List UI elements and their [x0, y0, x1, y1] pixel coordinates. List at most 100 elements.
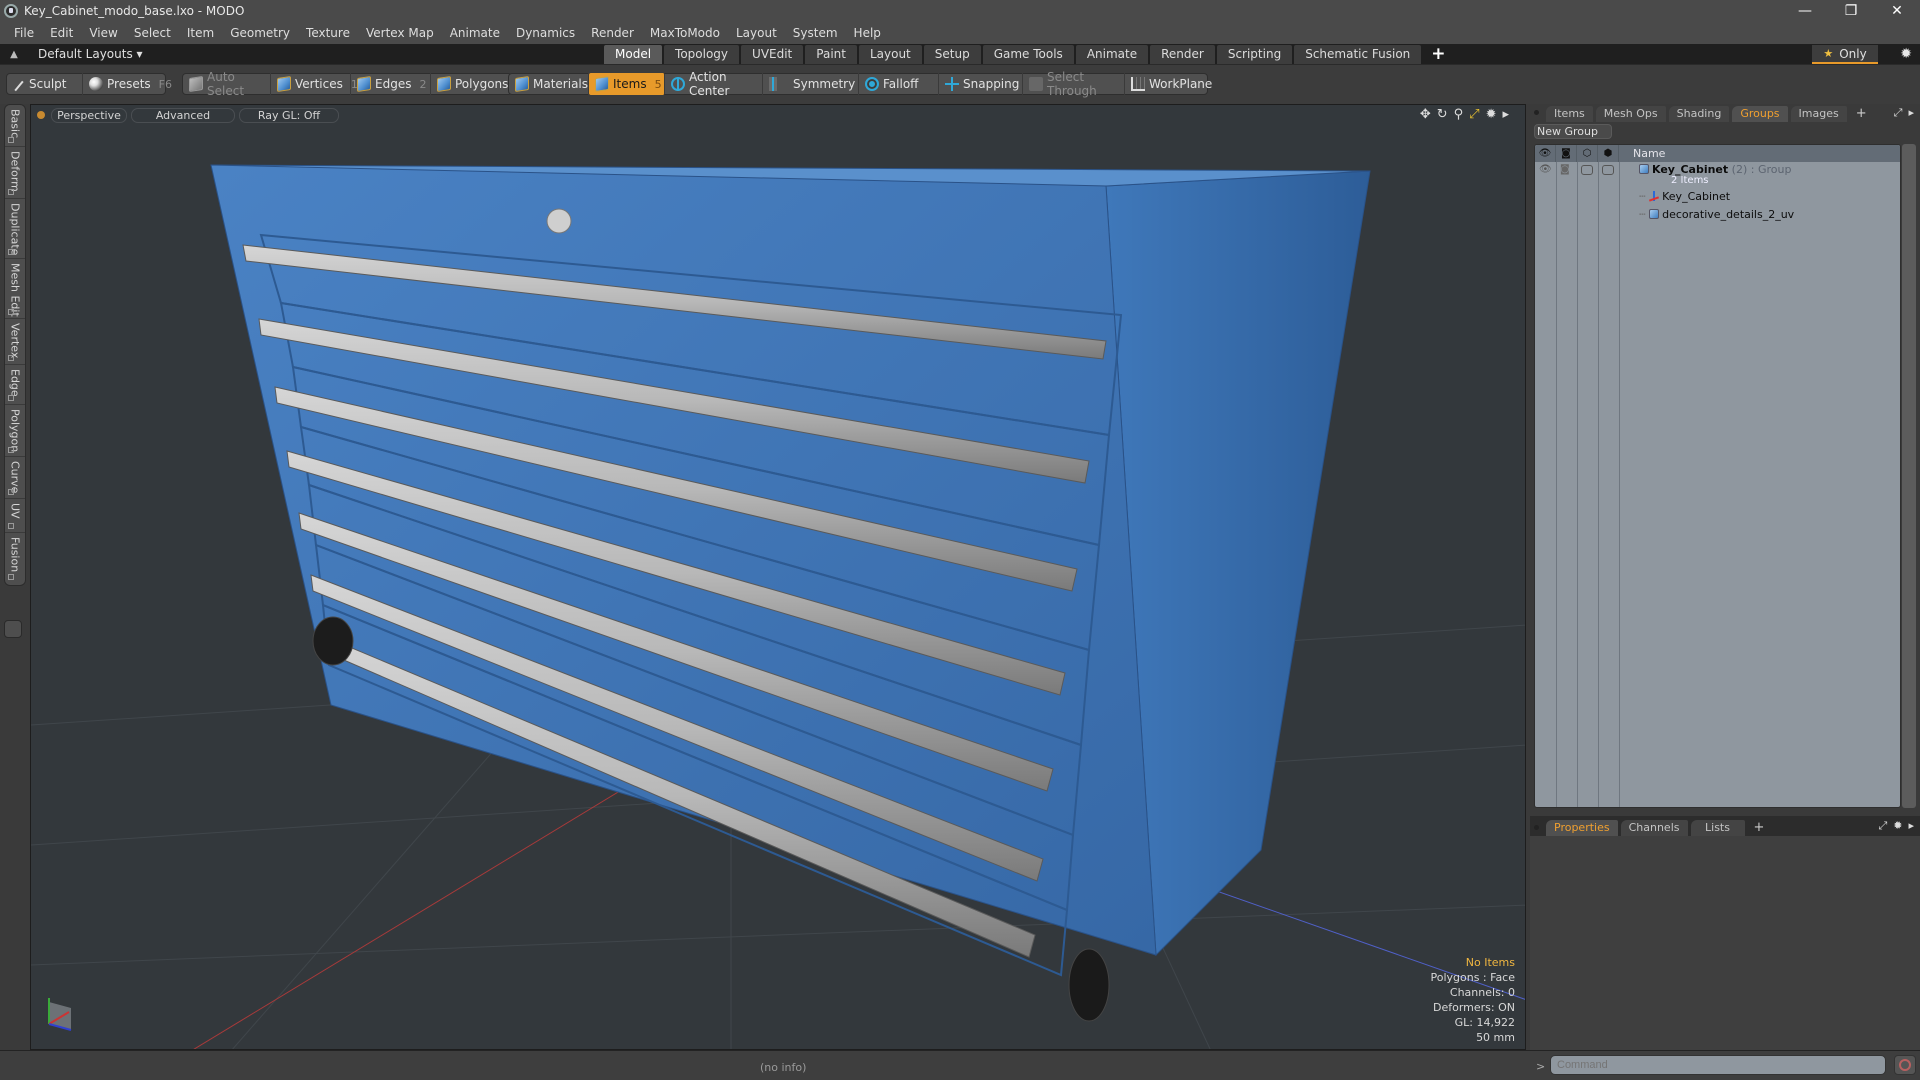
menu-select[interactable]: Select: [126, 26, 179, 40]
menu-render[interactable]: Render: [583, 26, 642, 40]
viewport-expand-arrow-icon[interactable]: ▸: [1502, 107, 1509, 122]
sculpt-button[interactable]: Sculpt: [7, 73, 83, 95]
snapping-button[interactable]: Snapping: [939, 73, 1023, 95]
name-column-header[interactable]: Name: [1619, 145, 1665, 162]
menu-layout[interactable]: Layout: [728, 26, 785, 40]
tab-mesh-ops[interactable]: Mesh Ops: [1595, 106, 1666, 122]
properties-gear-icon[interactable]: ✹: [1893, 819, 1902, 833]
group-child-row[interactable]: ┄ Key_Cabinet: [1535, 189, 1900, 205]
mode-tab-model[interactable]: Model: [604, 45, 663, 64]
mode-tab-paint[interactable]: Paint: [805, 45, 857, 64]
menu-file[interactable]: File: [6, 26, 42, 40]
symmetry-button[interactable]: Symmetry: [763, 73, 859, 95]
groups-scrollbar[interactable]: [1902, 144, 1916, 808]
layout-selector[interactable]: Default Layouts ▾: [38, 47, 143, 61]
menu-texture[interactable]: Texture: [298, 26, 358, 40]
menu-system[interactable]: System: [785, 26, 846, 40]
mode-tab-game-tools[interactable]: Game Tools: [982, 45, 1074, 64]
mode-tab-topology[interactable]: Topology: [664, 45, 740, 64]
menu-help[interactable]: Help: [846, 26, 889, 40]
vtab-duplicate[interactable]: Duplicate: [5, 199, 25, 259]
view-mode-dropdown[interactable]: Perspective: [51, 107, 127, 123]
mode-tab-render[interactable]: Render: [1150, 45, 1215, 64]
select-through-button[interactable]: Select Through: [1023, 70, 1125, 98]
render-column-camera-icon[interactable]: ◙: [1556, 145, 1577, 162]
command-history-button[interactable]: [1894, 1055, 1916, 1075]
vertices-button[interactable]: Vertices 1: [271, 73, 358, 95]
presets-button[interactable]: Presets F6: [83, 73, 172, 95]
action-center-button[interactable]: Action Center: [665, 70, 763, 98]
items-button[interactable]: Items 5: [589, 73, 665, 95]
expand-panel-icon[interactable]: ⤢: [1894, 106, 1903, 120]
only-button[interactable]: ★ Only: [1812, 45, 1878, 64]
tab-channels[interactable]: Channels: [1620, 820, 1688, 836]
rotate-icon[interactable]: ↻: [1437, 107, 1448, 122]
vtab-deform[interactable]: Deform: [5, 147, 25, 199]
shading-dropdown[interactable]: Advanced: [131, 107, 235, 123]
mode-tab-uvedit[interactable]: UVEdit: [741, 45, 804, 64]
vtab-vertex[interactable]: Vertex: [5, 319, 25, 365]
vtab-mesh-edit[interactable]: Mesh Edit: [5, 259, 25, 319]
tab-shading[interactable]: Shading: [1668, 106, 1730, 122]
falloff-button[interactable]: Falloff: [859, 73, 939, 95]
menu-dynamics[interactable]: Dynamics: [508, 26, 583, 40]
auto-select-button[interactable]: Auto Select: [183, 70, 271, 98]
command-input[interactable]: [1550, 1055, 1886, 1075]
add-properties-tab-button[interactable]: +: [1748, 820, 1771, 836]
new-group-button[interactable]: New Group: [1534, 124, 1612, 139]
viewport-menu-dot[interactable]: [37, 111, 45, 119]
mode-tab-layout[interactable]: Layout: [858, 45, 922, 64]
vtab-uv[interactable]: UV: [5, 499, 25, 533]
select-column-icon[interactable]: ⬢: [1598, 145, 1619, 162]
properties-menu-dot[interactable]: [1534, 825, 1539, 830]
workplane-button[interactable]: WorkPlane: [1125, 73, 1212, 95]
add-panel-tab-button[interactable]: +: [1850, 106, 1873, 122]
menu-maxtomodo[interactable]: MaxToModo: [642, 26, 728, 40]
edges-button[interactable]: Edges 2: [351, 73, 431, 95]
vtab-basic[interactable]: Basic: [5, 105, 25, 147]
vtab-curve[interactable]: Curve: [5, 457, 25, 499]
collapse-arrow-icon[interactable]: ▲: [0, 49, 28, 60]
3d-viewport[interactable]: Perspective Advanced Ray GL: Off ✥ ↻ ⚲ ⤢…: [30, 104, 1526, 1050]
menu-animate[interactable]: Animate: [442, 26, 508, 40]
vtab-edge[interactable]: Edge: [5, 365, 25, 405]
zoom-icon[interactable]: ⚲: [1454, 107, 1464, 122]
tab-groups[interactable]: Groups: [1732, 106, 1788, 122]
select-toggle[interactable]: [1602, 165, 1614, 175]
menu-view[interactable]: View: [81, 26, 125, 40]
expand-properties-icon[interactable]: ⤢: [1878, 819, 1887, 833]
menu-item[interactable]: Item: [179, 26, 222, 40]
vtab-fusion[interactable]: Fusion: [5, 533, 25, 583]
add-tab-button[interactable]: +: [1423, 45, 1453, 64]
tab-lists[interactable]: Lists: [1690, 820, 1745, 836]
menu-edit[interactable]: Edit: [42, 26, 81, 40]
render-camera-icon[interactable]: ◙: [1560, 164, 1572, 175]
menu-vertex-map[interactable]: Vertex Map: [358, 26, 442, 40]
visibility-column-eye-icon[interactable]: 👁: [1535, 145, 1556, 162]
polygons-button[interactable]: Polygons: [431, 73, 511, 95]
tab-properties[interactable]: Properties: [1546, 820, 1618, 836]
menu-geometry[interactable]: Geometry: [222, 26, 298, 40]
tab-items[interactable]: Items: [1546, 106, 1593, 122]
pan-icon[interactable]: ✥: [1420, 107, 1431, 122]
mode-tab-scripting[interactable]: Scripting: [1216, 45, 1293, 64]
materials-button[interactable]: Materials: [509, 73, 589, 95]
group-row[interactable]: 👁 ◙ Key_Cabinet (2) : Group: [1535, 162, 1900, 178]
viewport-gear-icon[interactable]: ✹: [1486, 107, 1497, 122]
panel-menu-dot[interactable]: [1534, 110, 1539, 115]
palette-toggle-button[interactable]: [4, 620, 22, 638]
minimize-button[interactable]: —: [1782, 0, 1828, 22]
group-child-row[interactable]: ┄ decorative_details_2_uv: [1535, 207, 1900, 223]
maximize-icon[interactable]: ⤢: [1469, 107, 1479, 122]
tab-images[interactable]: Images: [1790, 106, 1847, 122]
properties-arrow-icon[interactable]: ▸: [1908, 819, 1914, 833]
close-button[interactable]: ✕: [1874, 0, 1920, 22]
raygl-toggle[interactable]: Ray GL: Off: [239, 107, 339, 123]
mode-tab-schematic-fusion[interactable]: Schematic Fusion: [1294, 45, 1422, 64]
vtab-polygon[interactable]: Polygon: [5, 405, 25, 457]
panel-arrow-icon[interactable]: ▸: [1908, 106, 1914, 120]
lock-toggle[interactable]: [1581, 165, 1593, 175]
mode-tab-animate[interactable]: Animate: [1075, 45, 1149, 64]
lock-column-icon[interactable]: ⬡: [1577, 145, 1598, 162]
visibility-eye-icon[interactable]: 👁: [1539, 164, 1552, 175]
